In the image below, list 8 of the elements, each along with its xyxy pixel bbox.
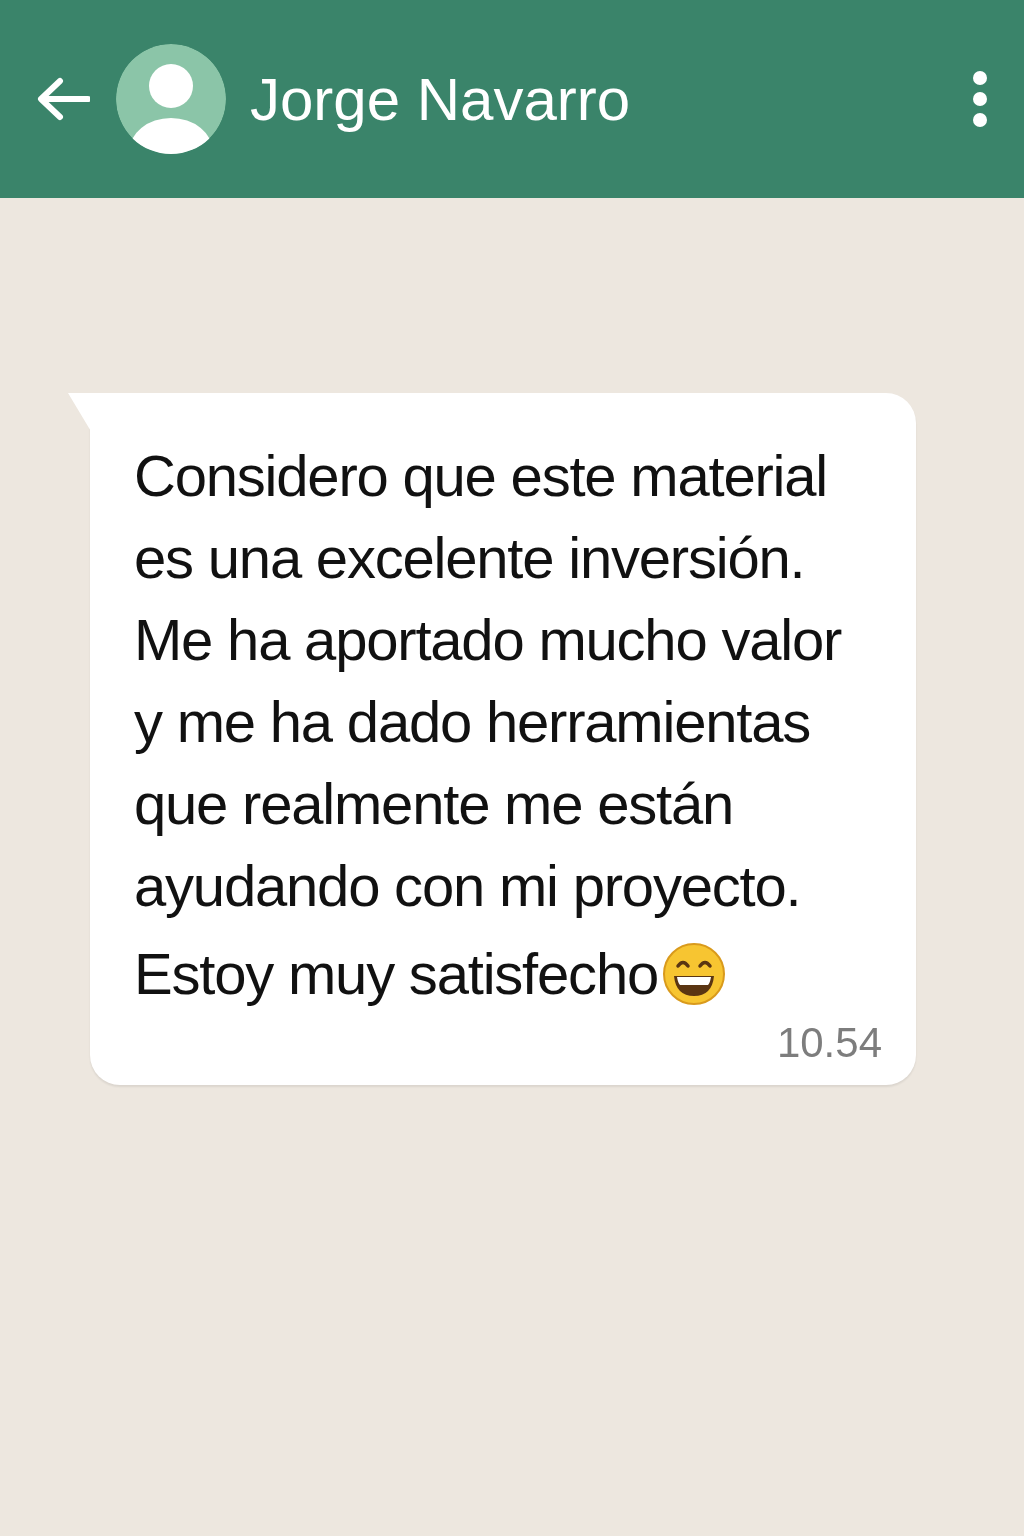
message-time: 10.54 [776, 1019, 882, 1067]
message-text: Estoy muy satisfecho [134, 940, 658, 1008]
message-text: Considero que este material es una excelente inversión. Me ha aportado mucho valor y me ha dado herramientas que realmente me están ayudando con mi proyecto. [134, 442, 843, 920]
avatar-icon[interactable] [116, 44, 226, 154]
grinning-face-icon [662, 942, 726, 1006]
back-arrow-icon[interactable] [36, 77, 90, 121]
menu-icon[interactable] [972, 71, 988, 127]
contact-name: Jorge Navarro [250, 64, 632, 134]
